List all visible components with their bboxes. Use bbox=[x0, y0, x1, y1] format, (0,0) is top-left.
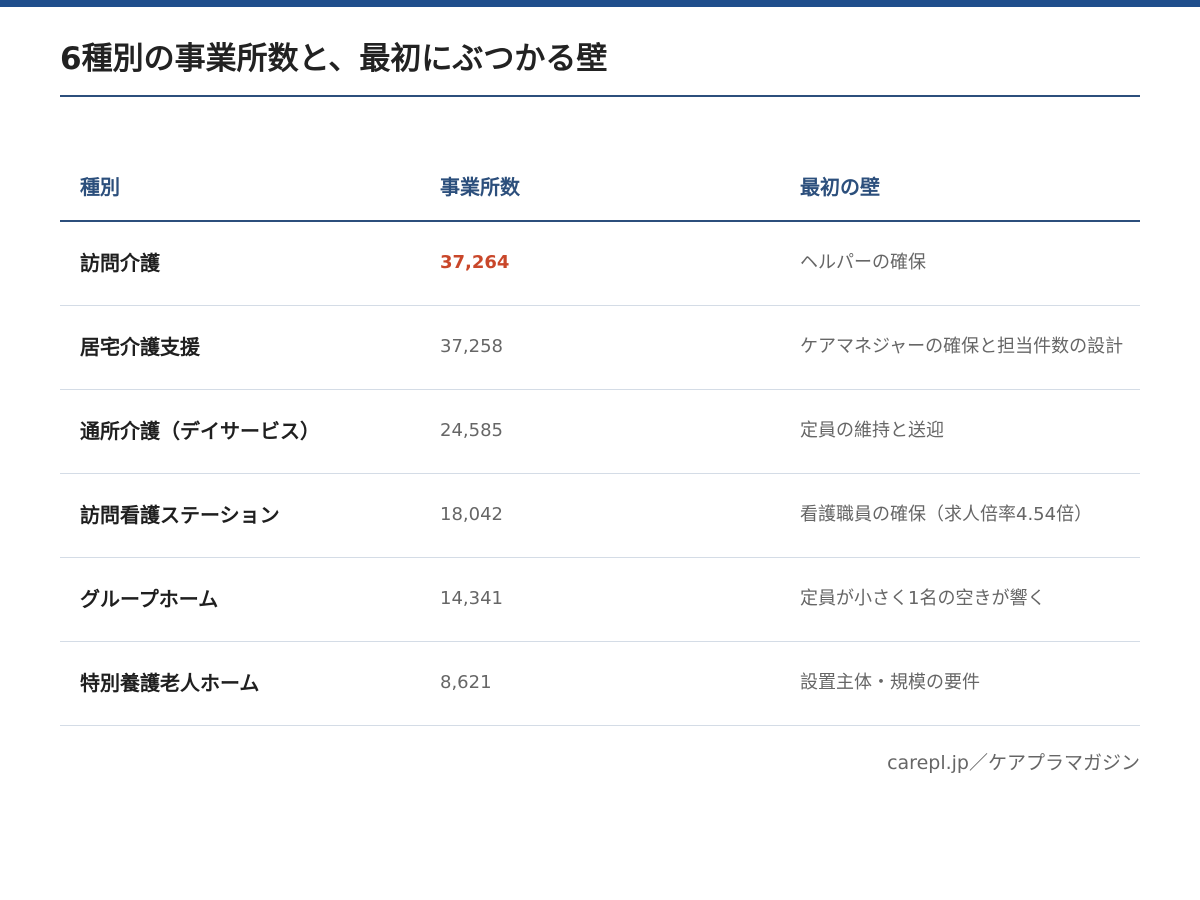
facility-count: 37,258 bbox=[440, 336, 503, 357]
service-type: 居宅介護支援 bbox=[80, 335, 200, 359]
service-type: 特別養護老人ホーム bbox=[80, 671, 260, 695]
facility-count: 14,341 bbox=[440, 588, 503, 609]
column-header-wall: 最初の壁 bbox=[800, 175, 880, 199]
service-type: 訪問介護 bbox=[80, 251, 160, 275]
facility-count: 37,264 bbox=[440, 252, 510, 273]
service-type: 訪問看護ステーション bbox=[80, 503, 280, 527]
column-header-type: 種別 bbox=[80, 175, 120, 199]
facility-count: 18,042 bbox=[440, 504, 503, 525]
first-barrier: 設置主体・規模の要件 bbox=[800, 672, 980, 693]
table-row: 居宅介護支援 37,258 ケアマネジャーの確保と担当件数の設計 bbox=[60, 306, 1140, 390]
facility-table: 種別 事業所数 最初の壁 訪問介護 37,264 ヘルパーの確保 居宅介護支援 … bbox=[60, 146, 1140, 726]
table-header: 種別 事業所数 最初の壁 bbox=[60, 146, 1140, 222]
table-row: 訪問介護 37,264 ヘルパーの確保 bbox=[60, 222, 1140, 306]
first-barrier: ヘルパーの確保 bbox=[800, 252, 926, 273]
service-type: 通所介護（デイサービス） bbox=[80, 419, 320, 443]
source-credit: carepl.jp／ケアプラマガジン bbox=[887, 752, 1140, 774]
first-barrier: 定員が小さく1名の空きが響く bbox=[800, 588, 1046, 609]
title-divider bbox=[60, 95, 1140, 97]
facility-count: 8,621 bbox=[440, 672, 492, 693]
table-row: 特別養護老人ホーム 8,621 設置主体・規模の要件 bbox=[60, 642, 1140, 726]
first-barrier: ケアマネジャーの確保と担当件数の設計 bbox=[800, 336, 1124, 357]
column-header-count: 事業所数 bbox=[440, 175, 520, 199]
table-row: グループホーム 14,341 定員が小さく1名の空きが響く bbox=[60, 558, 1140, 642]
table-row: 訪問看護ステーション 18,042 看護職員の確保（求人倍率4.54倍） bbox=[60, 474, 1140, 558]
first-barrier: 看護職員の確保（求人倍率4.54倍） bbox=[800, 504, 1093, 525]
service-type: グループホーム bbox=[80, 587, 219, 611]
page-title: 6種別の事業所数と、最初にぶつかる壁 bbox=[60, 41, 608, 77]
top-accent-bar bbox=[0, 0, 1200, 7]
first-barrier: 定員の維持と送迎 bbox=[800, 420, 944, 441]
table-row: 通所介護（デイサービス） 24,585 定員の維持と送迎 bbox=[60, 390, 1140, 474]
facility-count: 24,585 bbox=[440, 420, 503, 441]
